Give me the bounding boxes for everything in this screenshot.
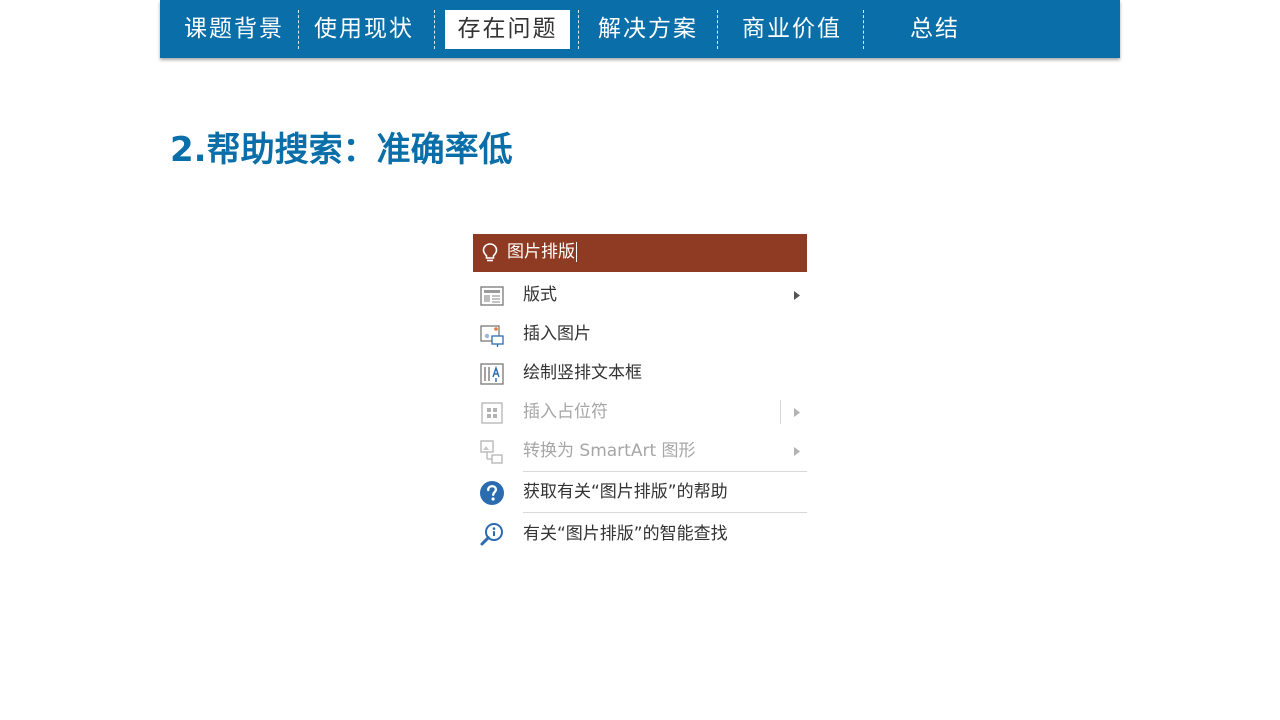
search-screenshot: 图片排版 版式 插入图片 绘制竖排文本框 插入占位符 转换为 SmartArt … [473, 234, 807, 552]
menu-divider [523, 512, 807, 513]
menu-item-insert-placeholder[interactable]: 插入占位符 [473, 393, 807, 432]
nav-tab-existing-problems[interactable]: 存在问题 [445, 10, 570, 49]
page-title: 2.帮助搜索：准确率低 [170, 130, 513, 170]
tell-me-search-bar[interactable]: 图片排版 [473, 234, 807, 272]
nav-divider [578, 10, 579, 49]
placeholder-icon [481, 402, 503, 424]
insert-picture-icon [480, 325, 504, 347]
menu-item-convert-smartart[interactable]: 转换为 SmartArt 图形 [473, 432, 807, 471]
menu-item-label: 转换为 SmartArt 图形 [523, 441, 696, 461]
lightbulb-icon [482, 243, 498, 262]
nav-tab-background[interactable]: 课题背景 [170, 10, 298, 49]
menu-item-layout[interactable]: 版式 [473, 276, 807, 315]
vertical-textbox-icon [480, 363, 504, 385]
menu-item-label: 插入图片 [523, 324, 591, 344]
submenu-arrow-icon [794, 447, 800, 456]
smartart-icon [480, 440, 503, 464]
submenu-arrow-icon [794, 408, 800, 417]
nav-divider [298, 10, 299, 49]
top-nav-bar: 课题背景 使用现状 存在问题 解决方案 商业价值 总结 [160, 0, 1120, 58]
menu-item-label: 有关“图片排版”的智能查找 [523, 524, 728, 544]
nav-divider [434, 10, 435, 49]
nav-tab-summary[interactable]: 总结 [875, 10, 995, 49]
nav-divider [717, 10, 718, 49]
menu-item-label: 版式 [523, 285, 557, 305]
smart-lookup-icon [480, 523, 503, 546]
text-caret [576, 242, 577, 262]
menu-divider [523, 471, 807, 472]
nav-divider [863, 10, 864, 49]
help-icon [480, 481, 504, 505]
menu-item-label: 获取有关“图片排版”的帮助 [523, 482, 728, 502]
layout-icon [480, 286, 504, 306]
menu-item-vertical-textbox[interactable]: 绘制竖排文本框 [473, 354, 807, 393]
submenu-arrow-icon [794, 291, 800, 300]
nav-tab-solution[interactable]: 解决方案 [584, 10, 712, 49]
search-input[interactable]: 图片排版 [507, 234, 577, 272]
nav-tab-usage-status[interactable]: 使用现状 [302, 10, 426, 49]
search-query: 图片排版 [507, 242, 575, 262]
nav-tab-business-value[interactable]: 商业价值 [728, 10, 856, 49]
split-divider [780, 400, 781, 424]
menu-item-insert-picture[interactable]: 插入图片 [473, 315, 807, 354]
menu-item-smart-lookup[interactable]: 有关“图片排版”的智能查找 [473, 515, 807, 554]
menu-item-label: 插入占位符 [523, 402, 608, 422]
menu-item-label: 绘制竖排文本框 [523, 363, 642, 383]
menu-item-get-help[interactable]: 获取有关“图片排版”的帮助 [473, 473, 807, 512]
